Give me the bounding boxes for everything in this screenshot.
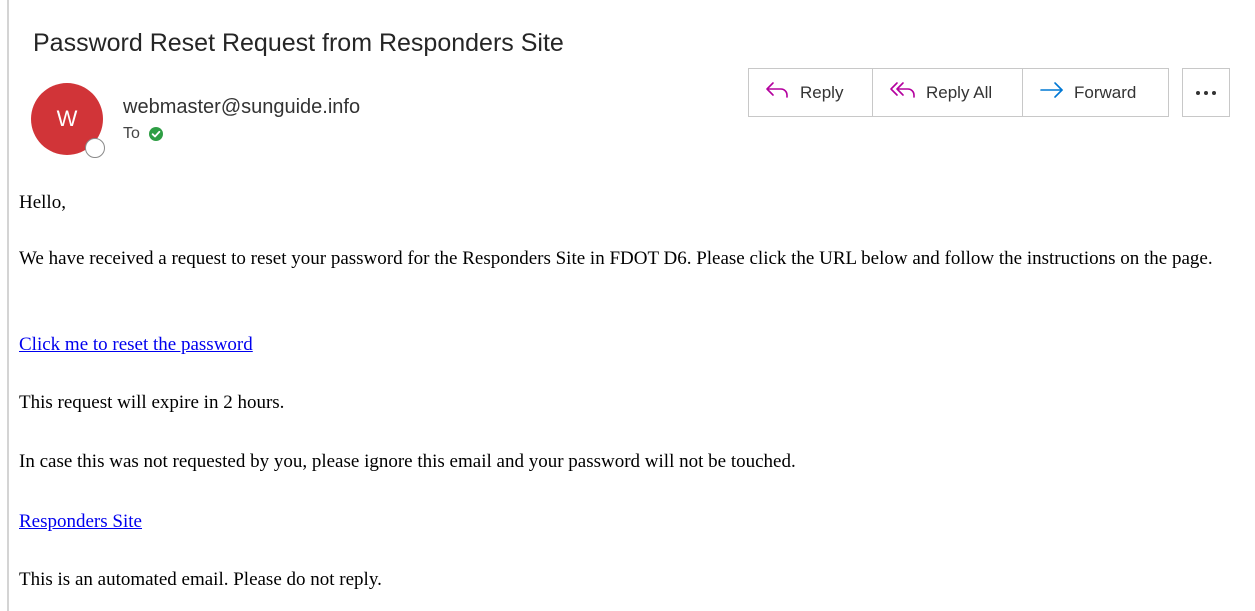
reading-pane-divider [7,0,9,611]
presence-status-icon [85,138,105,158]
recipient-line: To [123,125,163,143]
reset-password-link[interactable]: Click me to reset the password [19,334,253,355]
ellipsis-dot [1212,90,1216,95]
intro-paragraph: We have received a request to reset your… [19,248,1213,269]
sender-address[interactable]: webmaster@sunguide.info [123,94,360,120]
reply-all-button[interactable]: Reply All [873,69,1023,116]
automated-notice: This is an automated email. Please do no… [19,569,382,590]
avatar-initial: W [56,106,78,131]
reply-all-label: Reply All [926,82,993,102]
to-label: To [123,125,140,142]
forward-button[interactable]: Forward [1023,69,1168,116]
greeting: Hello, [19,192,66,213]
forward-arrow-icon [1039,81,1065,104]
ignore-notice: In case this was not requested by you, p… [19,451,796,472]
forward-label: Forward [1074,82,1137,102]
more-actions-button[interactable] [1182,68,1230,117]
reply-all-arrow-icon [889,81,917,104]
ellipsis-dot [1204,90,1208,95]
reply-label: Reply [800,82,844,102]
reply-arrow-icon [765,81,791,104]
email-subject: Password Reset Request from Responders S… [33,29,564,57]
ellipsis-dot [1196,90,1200,95]
verified-check-icon [148,127,163,141]
responders-site-link[interactable]: Responders Site [19,511,142,532]
message-actions: Reply Reply All Forward [748,68,1169,117]
expiry-notice: This request will expire in 2 hours. [19,392,285,413]
reply-button[interactable]: Reply [749,69,873,116]
